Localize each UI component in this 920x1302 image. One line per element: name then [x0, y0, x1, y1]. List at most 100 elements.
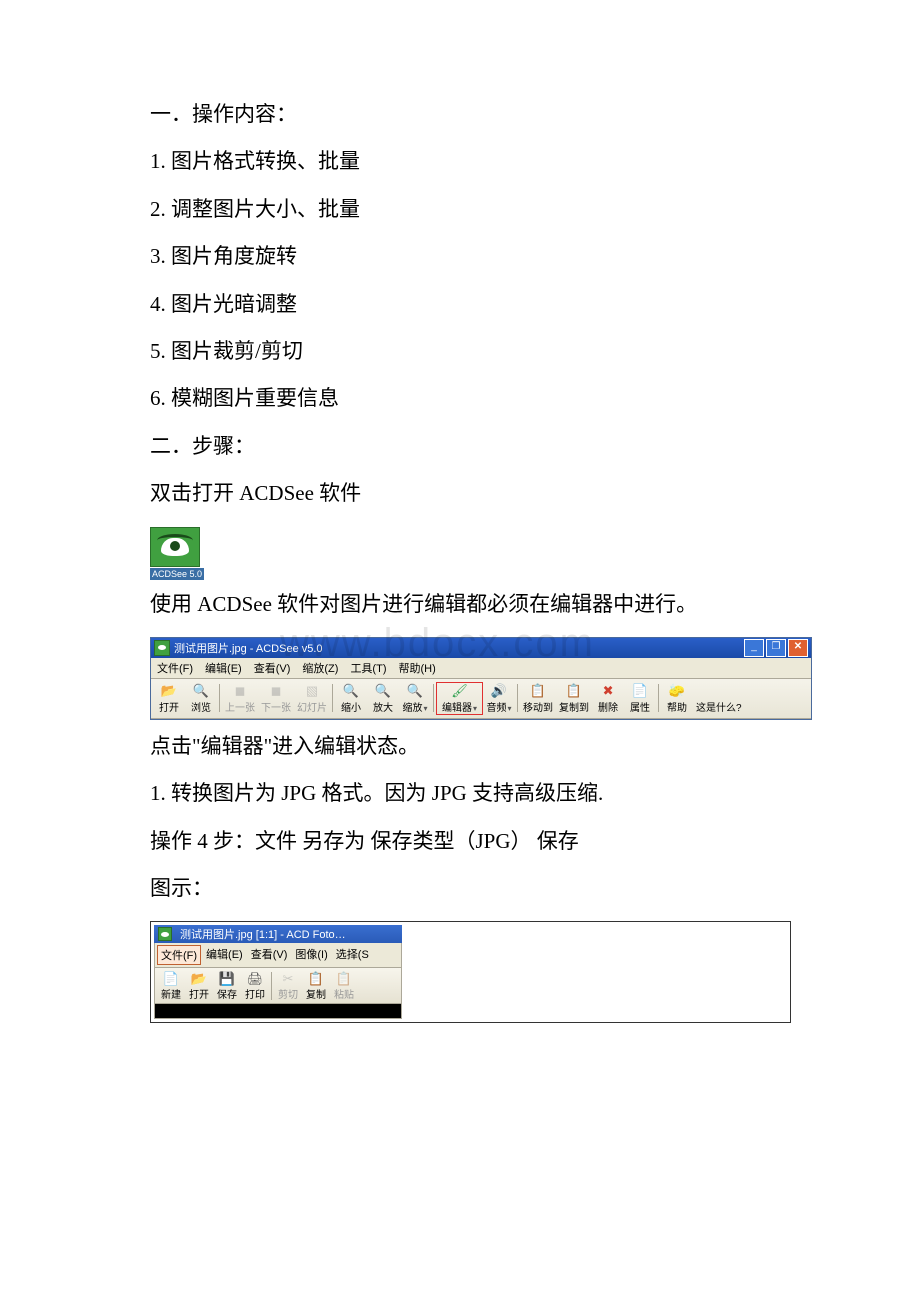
- help-button-icon: 🧽: [669, 683, 685, 699]
- toolbar-label: 音频▾: [487, 699, 512, 714]
- toolbar-label: 粘贴: [334, 986, 354, 1001]
- delete-button-icon: ✖: [600, 683, 616, 699]
- open-button-icon: 📂: [191, 970, 207, 986]
- toolbar-separator: [433, 684, 434, 712]
- app-icon: [158, 927, 172, 941]
- open-button[interactable]: 📂打开: [185, 970, 213, 1001]
- menu-item[interactable]: 缩放(Z): [300, 660, 340, 676]
- close-button[interactable]: ✕: [788, 639, 808, 657]
- help-button[interactable]: 🧽帮助: [661, 683, 693, 714]
- toolbar-label: 缩放▾: [402, 699, 427, 714]
- save-button-icon: 💾: [219, 970, 235, 986]
- slideshow-button: ▧幻灯片: [294, 683, 330, 714]
- toolbar-label: 复制到: [559, 699, 589, 714]
- browse-button[interactable]: 🔍浏览: [185, 683, 217, 714]
- list-item-1: 1. 图片格式转换、批量: [150, 147, 785, 176]
- copy-to-button[interactable]: 📋复制到: [556, 683, 592, 714]
- editor-menubar: 文件(F)编辑(E)查看(V)图像(I)选择(S: [154, 943, 402, 968]
- zoom-button-icon: 🔍: [407, 683, 423, 699]
- heading-operations: 一．操作内容：: [150, 100, 785, 129]
- toolbar-separator: [332, 684, 333, 712]
- open-button[interactable]: 📂打开: [153, 683, 185, 714]
- toolbar-separator: [658, 684, 659, 712]
- zoom-in-button-icon: 🔍: [375, 683, 391, 699]
- audio-button[interactable]: 🔊音频▾: [483, 683, 515, 714]
- toolbar-label: 编辑器▾: [442, 699, 477, 714]
- viewer-title: 测试用图片.jpg - ACDSee v5.0: [174, 640, 744, 656]
- menu-item[interactable]: 编辑(E): [203, 660, 244, 676]
- document-page: 一．操作内容： 1. 图片格式转换、批量 2. 调整图片大小、批量 3. 图片角…: [0, 0, 920, 1093]
- toolbar-label: 属性: [630, 699, 650, 714]
- list-item-3: 3. 图片角度旋转: [150, 242, 785, 271]
- menu-item[interactable]: 查看(V): [248, 945, 291, 965]
- toolbar-label: 缩小: [341, 699, 361, 714]
- viewer-toolbar: 📂打开🔍浏览◼上一张◼下一张▧幻灯片🔍缩小🔍放大🔍缩放▾🖌编辑器▾🔊音频▾📋移动…: [151, 679, 811, 719]
- menu-item[interactable]: 查看(V): [252, 660, 293, 676]
- acdsee-viewer-window: 测试用图片.jpg - ACDSee v5.0 _ ❐ ✕ 文件(F) 编辑(E)…: [150, 637, 812, 720]
- toolbar-label: 幻灯片: [297, 699, 327, 714]
- prev-button: ◼上一张: [222, 683, 258, 714]
- editor-title-text: 测试用图片.jpg [1:1] - ACD Foto…: [180, 926, 346, 942]
- whats-this-button[interactable]: 这是什么?: [693, 683, 745, 714]
- properties-button[interactable]: 📄属性: [624, 683, 656, 714]
- step-open-text: 双击打开 ACDSee 软件: [150, 479, 785, 508]
- menu-item[interactable]: 文件(F): [155, 660, 195, 676]
- new-button-icon: 📄: [163, 970, 179, 986]
- toolbar-separator: [271, 972, 272, 1000]
- acdsee-editor-window: 测试用图片.jpg [1:1] - ACD Foto… 文件(F)编辑(E)查看…: [154, 925, 402, 1019]
- menu-item[interactable]: 工具(T): [348, 660, 388, 676]
- editor-toolbar: 📄新建📂打开💾保存🖨打印✂剪切📋复制📋粘贴: [154, 968, 402, 1004]
- toolbar-separator: [219, 684, 220, 712]
- menu-item[interactable]: 选择(S: [333, 945, 372, 965]
- toolbar-label: 这是什么?: [696, 699, 742, 714]
- acdsee-icon-label: ACDSee 5.0: [150, 568, 204, 580]
- new-button[interactable]: 📄新建: [157, 970, 185, 1001]
- zoom-button[interactable]: 🔍缩放▾: [399, 683, 431, 714]
- print-button-icon: 🖨: [247, 970, 263, 986]
- toolbar-label: 剪切: [278, 986, 298, 1001]
- zoom-out-button-icon: 🔍: [343, 683, 359, 699]
- browse-button-icon: 🔍: [193, 683, 209, 699]
- cut-button: ✂剪切: [274, 970, 302, 1001]
- menu-item[interactable]: 文件(F): [157, 945, 201, 965]
- move-to-button[interactable]: 📋移动到: [520, 683, 556, 714]
- editor-button-icon: 🖌: [452, 683, 468, 699]
- minimize-button[interactable]: _: [744, 639, 764, 657]
- step-4-steps: 操作 4 步：文件 另存为 保存类型（JPG） 保存: [150, 827, 785, 856]
- editor-titlebar: 测试用图片.jpg [1:1] - ACD Foto…: [154, 925, 402, 943]
- toolbar-label: 帮助: [667, 699, 687, 714]
- toolbar-label: 打开: [189, 986, 209, 1001]
- toolbar-label: 打开: [159, 699, 179, 714]
- open-button-icon: 📂: [161, 683, 177, 699]
- viewer-titlebar: 测试用图片.jpg - ACDSee v5.0 _ ❐ ✕: [151, 638, 811, 658]
- menu-item[interactable]: 编辑(E): [203, 945, 246, 965]
- heading-steps: 二．步骤：: [150, 432, 785, 461]
- prev-button-icon: ◼: [232, 683, 248, 699]
- maximize-button[interactable]: ❐: [766, 639, 786, 657]
- properties-button-icon: 📄: [632, 683, 648, 699]
- editor-button[interactable]: 🖌编辑器▾: [439, 683, 480, 714]
- print-button[interactable]: 🖨打印: [241, 970, 269, 1001]
- audio-button-icon: 🔊: [491, 683, 507, 699]
- copy-button[interactable]: 📋复制: [302, 970, 330, 1001]
- toolbar-label: 保存: [217, 986, 237, 1001]
- zoom-out-button[interactable]: 🔍缩小: [335, 683, 367, 714]
- step-tushi: 图示：: [150, 874, 785, 903]
- delete-button[interactable]: ✖删除: [592, 683, 624, 714]
- toolbar-label: 移动到: [523, 699, 553, 714]
- next-button: ◼下一张: [258, 683, 294, 714]
- editor-canvas-edge: [154, 1004, 402, 1019]
- toolbar-label: 上一张: [225, 699, 255, 714]
- menu-item[interactable]: 图像(I): [292, 945, 330, 965]
- list-item-6: 6. 模糊图片重要信息: [150, 384, 785, 413]
- save-button[interactable]: 💾保存: [213, 970, 241, 1001]
- list-item-2: 2. 调整图片大小、批量: [150, 195, 785, 224]
- editor-screenshot-box: 测试用图片.jpg [1:1] - ACD Foto… 文件(F)编辑(E)查看…: [150, 921, 791, 1023]
- whats-this-button-icon: [711, 683, 727, 699]
- slideshow-button-icon: ▧: [304, 683, 320, 699]
- menu-item[interactable]: 帮助(H): [396, 660, 437, 676]
- list-item-4: 4. 图片光暗调整: [150, 290, 785, 319]
- zoom-in-button[interactable]: 🔍放大: [367, 683, 399, 714]
- toolbar-label: 删除: [598, 699, 618, 714]
- acdsee-icon: [150, 527, 200, 567]
